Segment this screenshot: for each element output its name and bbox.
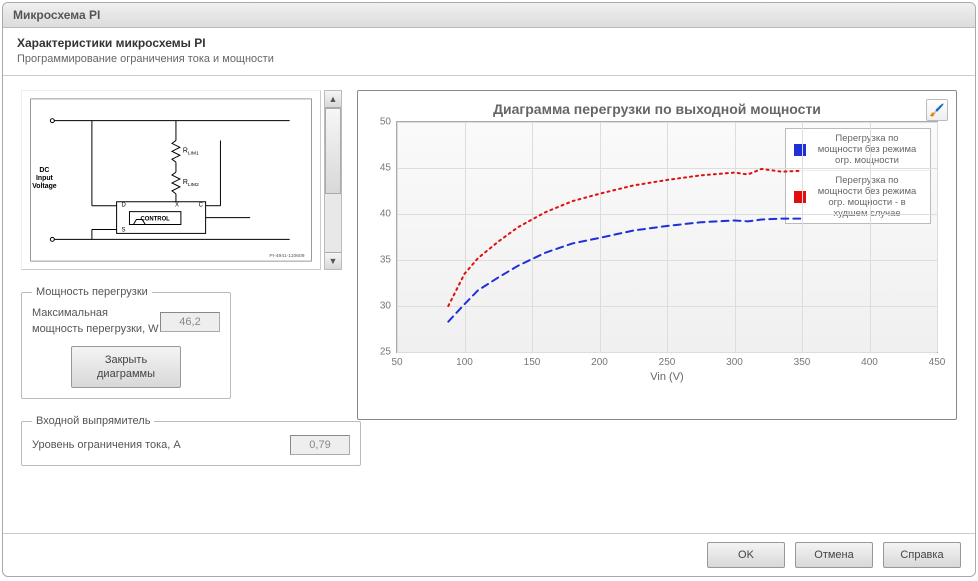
subheader: Характеристики микросхемы PI Программиро… — [3, 28, 975, 76]
schematic-scrollbar[interactable]: ▲ ▼ — [324, 90, 342, 270]
dialog-footer: OK Отмена Справка — [3, 533, 975, 576]
subheader-desc: Программирование ограничения тока и мощн… — [17, 53, 961, 65]
scroll-thumb[interactable] — [325, 108, 341, 194]
content-area: DC Input Voltage RLIM1 RLIM2 — [3, 76, 975, 533]
right-pane: 🖌️ Диаграмма перегрузки по выходной мощн… — [357, 90, 957, 525]
rectifier-group: Входной выпрямитель Уровень ограничения … — [21, 415, 361, 466]
xtick: 50 — [391, 352, 402, 368]
max-overload-value: 46,2 — [160, 312, 220, 332]
subheader-title: Характеристики микросхемы PI — [17, 36, 961, 50]
cancel-button[interactable]: Отмена — [795, 542, 873, 568]
ytick: 50 — [380, 117, 397, 128]
ytick: 40 — [380, 209, 397, 220]
svg-text:DC: DC — [39, 167, 49, 174]
svg-text:Input: Input — [36, 175, 54, 182]
current-limit-label: Уровень ограничения тока, A — [32, 438, 290, 454]
schematic-view[interactable]: DC Input Voltage RLIM1 RLIM2 — [21, 90, 321, 270]
max-overload-label: Максимальная мощность перегрузки, W — [32, 306, 160, 338]
scroll-track[interactable] — [325, 108, 341, 252]
xtick: 450 — [929, 352, 946, 368]
chart-title: Диаграмма перегрузки по выходной мощност… — [370, 101, 944, 117]
schematic-wrap: DC Input Voltage RLIM1 RLIM2 — [21, 90, 353, 270]
svg-text:S: S — [122, 227, 126, 233]
overload-group: Мощность перегрузки Максимальная мощност… — [21, 286, 231, 399]
xtick: 350 — [794, 352, 811, 368]
svg-text:CONTROL: CONTROL — [141, 217, 171, 223]
help-button[interactable]: Справка — [883, 542, 961, 568]
plot-area: Перегрузка по мощности без режима огр. м… — [396, 121, 938, 353]
current-limit-value: 0,79 — [290, 435, 350, 455]
chart-xlabel: Vin (V) — [396, 371, 938, 383]
chart-frame: 🖌️ Диаграмма перегрузки по выходной мощн… — [357, 90, 957, 420]
xtick: 250 — [659, 352, 676, 368]
svg-text:LIM2: LIM2 — [188, 182, 199, 188]
dialog-window: Микросхема PI Характеристики микросхемы … — [2, 2, 976, 577]
svg-text:X: X — [175, 203, 179, 209]
scroll-down-button[interactable]: ▼ — [325, 252, 341, 269]
chart-plot: Перегрузка по мощности без режима огр. м… — [396, 121, 938, 381]
svg-text:C: C — [199, 203, 204, 209]
schematic-image: DC Input Voltage RLIM1 RLIM2 — [22, 91, 320, 269]
title-bar: Микросхема PI — [3, 3, 975, 28]
scroll-up-button[interactable]: ▲ — [325, 91, 341, 108]
xtick: 200 — [591, 352, 608, 368]
xtick: 100 — [456, 352, 473, 368]
xtick: 400 — [861, 352, 878, 368]
rectifier-legend: Входной выпрямитель — [32, 415, 154, 427]
edit-chart-icon[interactable]: 🖌️ — [926, 99, 948, 121]
left-pane: DC Input Voltage RLIM1 RLIM2 — [21, 90, 353, 525]
svg-text:D: D — [122, 203, 126, 209]
ytick: 45 — [380, 163, 397, 174]
xtick: 300 — [726, 352, 743, 368]
overload-legend: Мощность перегрузки — [32, 286, 152, 298]
ytick: 35 — [380, 255, 397, 266]
close-diagrams-button[interactable]: Закрыть диаграммы — [71, 346, 181, 389]
ytick: 30 — [380, 301, 397, 312]
svg-text:Voltage: Voltage — [32, 183, 57, 190]
svg-text:LIM1: LIM1 — [188, 150, 199, 156]
ok-button[interactable]: OK — [707, 542, 785, 568]
svg-text:PI-4941-110609: PI-4941-110609 — [269, 253, 304, 259]
xtick: 150 — [524, 352, 541, 368]
window-title: Микросхема PI — [13, 8, 100, 22]
